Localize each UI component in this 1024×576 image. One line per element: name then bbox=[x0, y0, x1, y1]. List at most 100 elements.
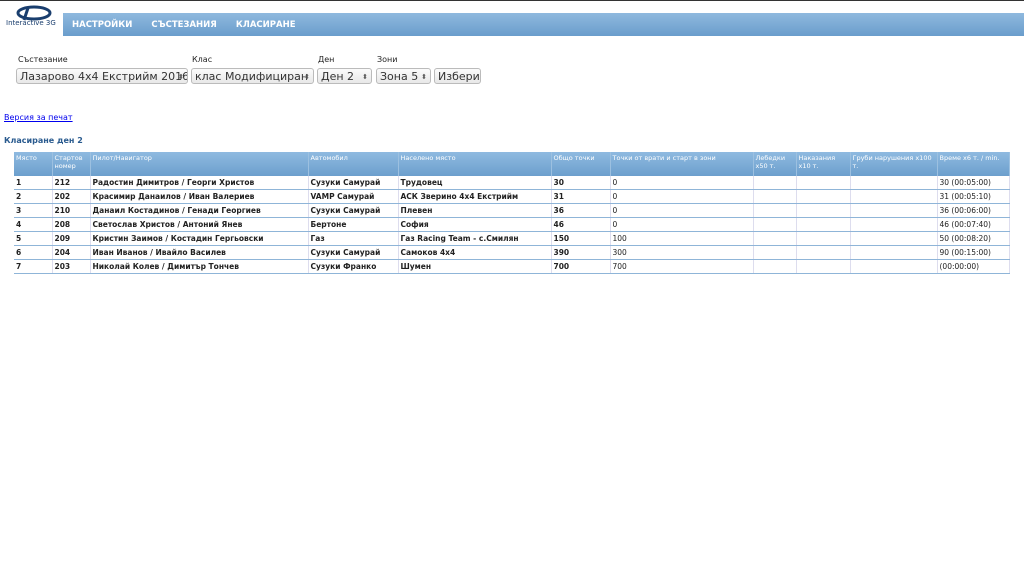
table-cell: 700 bbox=[610, 259, 754, 274]
column-header: Пилот/Навигатор bbox=[90, 152, 309, 176]
updown-icon: ⬍ bbox=[362, 73, 368, 81]
table-cell bbox=[850, 245, 938, 260]
column-header: Груби нарушения x100 т. bbox=[850, 152, 938, 176]
table-cell: 212 bbox=[52, 176, 91, 190]
table-cell: 46 (00:07:40) bbox=[937, 217, 1010, 232]
table-cell: 4 bbox=[14, 217, 53, 232]
table-cell bbox=[753, 245, 797, 260]
table-cell: 36 (00:06:00) bbox=[937, 203, 1010, 218]
select-button[interactable]: Избери bbox=[434, 68, 481, 84]
table-cell: Николай Колев / Димитър Тончев bbox=[90, 259, 309, 274]
table-cell bbox=[796, 203, 851, 218]
table-cell: 0 bbox=[610, 189, 754, 204]
print-version-link[interactable]: Версия за печат bbox=[4, 113, 73, 122]
table-row: 7 203 Николай Колев / Димитър Тончев Сузуки… bbox=[14, 259, 1010, 274]
ranking-table: Място Стартов номер Пилот/Навигатор Автомоб… bbox=[14, 152, 1010, 274]
table-cell: 90 (00:15:00) bbox=[937, 245, 1010, 260]
table-cell: Красимир Данаилов / Иван Валериев bbox=[90, 189, 309, 204]
table-cell bbox=[796, 231, 851, 246]
day-label: Ден bbox=[318, 55, 335, 64]
table-cell bbox=[753, 231, 797, 246]
table-cell: 700 bbox=[551, 259, 611, 274]
column-header: Общо точки bbox=[551, 152, 611, 176]
column-header: Автомобил bbox=[308, 152, 399, 176]
table-cell bbox=[850, 203, 938, 218]
updown-icon: ⬍ bbox=[178, 73, 184, 81]
table-cell: 390 bbox=[551, 245, 611, 260]
competition-value: Лазарово 4x4 Екстрийм 2016 bbox=[20, 70, 188, 83]
table-cell: АСК Зверино 4x4 Екстрийм bbox=[398, 189, 552, 204]
updown-icon: ⬍ bbox=[421, 73, 427, 81]
nav-competitions[interactable]: СЪСТЕЗАНИЯ bbox=[151, 20, 216, 30]
competition-select[interactable]: Лазарово 4x4 Екстрийм 2016 ⬍ bbox=[16, 68, 188, 84]
nav-ranking[interactable]: КЛАСИРАНЕ bbox=[236, 20, 296, 30]
section-title: Класиране ден 2 bbox=[4, 136, 83, 145]
main-nav: НАСТРОЙКИ СЪСТЕЗАНИЯ КЛАСИРАНЕ bbox=[63, 13, 1024, 36]
table-cell: Сузуки Самурай bbox=[308, 245, 399, 260]
table-row: 6 204 Иван Иванов / Ивайло Василев Сузуки С… bbox=[14, 245, 1010, 260]
zones-value: Зона 5 bbox=[380, 70, 419, 83]
table-cell: 203 bbox=[52, 259, 91, 274]
table-cell bbox=[753, 176, 797, 190]
table-cell: 46 bbox=[551, 217, 611, 232]
zones-label: Зони bbox=[377, 55, 398, 64]
table-cell: Кристин Заимов / Костадин Гергьовски bbox=[90, 231, 309, 246]
table-cell: 6 bbox=[14, 245, 53, 260]
table-cell bbox=[753, 203, 797, 218]
table-cell: 30 bbox=[551, 176, 611, 190]
table-cell: Трудовец bbox=[398, 176, 552, 190]
table-cell bbox=[753, 217, 797, 232]
table-cell: 202 bbox=[52, 189, 91, 204]
table-cell bbox=[850, 231, 938, 246]
table-cell: Сузуки Самурай bbox=[308, 203, 399, 218]
table-cell: 31 (00:05:10) bbox=[937, 189, 1010, 204]
table-cell: 0 bbox=[610, 176, 754, 190]
column-header: Населено място bbox=[398, 152, 552, 176]
table-cell: VAMP Самурай bbox=[308, 189, 399, 204]
table-cell: 50 (00:08:20) bbox=[937, 231, 1010, 246]
table-cell: 210 bbox=[52, 203, 91, 218]
table-cell: 0 bbox=[610, 217, 754, 232]
table-cell: 208 bbox=[52, 217, 91, 232]
zones-select[interactable]: Зона 5 ⬍ bbox=[376, 68, 431, 84]
column-header: Стартов номер bbox=[52, 152, 91, 176]
class-label: Клас bbox=[192, 55, 213, 64]
table-cell: 3 bbox=[14, 203, 53, 218]
table-row: 3 210 Данаил Костадинов / Генади Георгиев С… bbox=[14, 203, 1010, 218]
table-cell: Сузуки Самурай bbox=[308, 176, 399, 190]
table-cell: 300 bbox=[610, 245, 754, 260]
table-cell bbox=[850, 259, 938, 274]
table-row: 1 212 Радостин Димитров / Георги Христов Су… bbox=[14, 176, 1010, 190]
table-cell: 100 bbox=[610, 231, 754, 246]
table-cell: Сузуки Франко bbox=[308, 259, 399, 274]
class-select[interactable]: клас Модифициран ⬍ bbox=[191, 68, 314, 84]
table-cell: (00:00:00) bbox=[937, 259, 1010, 274]
class-value: клас Модифициран bbox=[195, 70, 309, 83]
logo-text: Interactive 3G bbox=[6, 19, 56, 27]
table-cell bbox=[796, 189, 851, 204]
table-cell bbox=[796, 217, 851, 232]
table-cell bbox=[796, 176, 851, 190]
table-cell bbox=[850, 217, 938, 232]
table-row: 5 209 Кристин Заимов / Костадин Гергьовски… bbox=[14, 231, 1010, 246]
table-cell: 209 bbox=[52, 231, 91, 246]
updown-icon: ⬍ bbox=[304, 73, 310, 81]
table-cell: 31 bbox=[551, 189, 611, 204]
table-cell bbox=[850, 176, 938, 190]
table-cell: Светослав Христов / Антоний Янев bbox=[90, 217, 309, 232]
table-cell bbox=[753, 189, 797, 204]
table-cell: Газ Racing Team - с.Смилян bbox=[398, 231, 552, 246]
table-cell: Данаил Костадинов / Генади Георгиев bbox=[90, 203, 309, 218]
table-cell: 204 bbox=[52, 245, 91, 260]
table-cell: Бертоне bbox=[308, 217, 399, 232]
table-cell: 36 bbox=[551, 203, 611, 218]
table-cell: Плевен bbox=[398, 203, 552, 218]
table-cell: 5 bbox=[14, 231, 53, 246]
column-header: Място bbox=[14, 152, 53, 176]
day-value: Ден 2 bbox=[321, 70, 355, 83]
competition-label: Състезание bbox=[18, 55, 68, 64]
table-cell: 2 bbox=[14, 189, 53, 204]
day-select[interactable]: Ден 2 ⬍ bbox=[317, 68, 372, 84]
table-header: Място Стартов номер Пилот/Навигатор Автомоб… bbox=[14, 152, 1010, 176]
nav-settings[interactable]: НАСТРОЙКИ bbox=[72, 20, 132, 30]
